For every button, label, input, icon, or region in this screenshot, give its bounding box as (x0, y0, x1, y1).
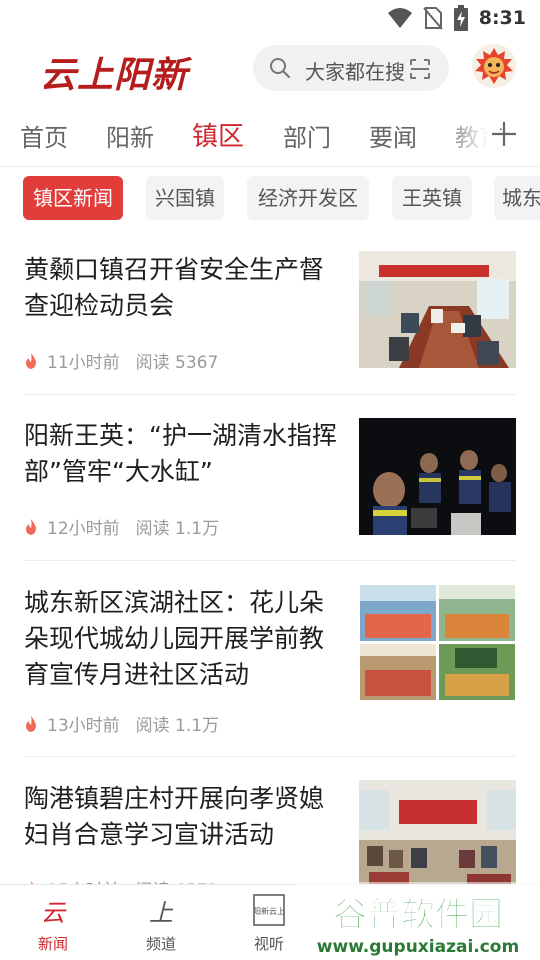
chip-xingguo[interactable]: 兴国镇 (146, 176, 224, 220)
news-item[interactable]: 黄颡口镇召开省安全生产督查迎检动员会 11小时前 阅读 5367 (24, 250, 516, 380)
fire-icon (26, 715, 36, 732)
nav-channels[interactable]: 上 频道 (126, 893, 196, 954)
nav-channels-label: 频道 (145, 935, 176, 953)
news-thumbnail[interactable] (359, 251, 516, 368)
night-team-image (359, 418, 516, 535)
news-title[interactable]: 城东新区滨湖社区：花儿朵朵现代城幼儿园开展学前教育宣传月进社区活动 (24, 585, 340, 693)
news-meta: 13小时前 阅读 1.1万 (24, 711, 219, 736)
tab-towns[interactable]: 镇区 (192, 116, 244, 153)
wifi-icon (387, 8, 412, 28)
news-title[interactable]: 陶港镇碧庄村开展向孝贤媳妇肖合意学习宣讲活动 (24, 781, 340, 853)
fire-icon (26, 518, 36, 535)
search-bar[interactable]: 大家都在搜 (253, 45, 449, 91)
scan-icon[interactable] (409, 58, 431, 80)
list-divider (24, 756, 516, 757)
news-item[interactable]: 城东新区滨湖社区：花儿朵朵现代城幼儿园开展学前教育宣传月进社区活动 13小时前 … (24, 584, 516, 744)
tabs-divider (0, 166, 540, 167)
chip-wangying[interactable]: 王英镇 (392, 176, 472, 220)
watermark: 谷普软件园 www.gupuxiazai.com (296, 882, 540, 960)
news-title[interactable]: 黄颡口镇召开省安全生产督查迎检动员会 (24, 252, 340, 324)
sub-channel-chips: 镇区新闻 兴国镇 经济开发区 王英镇 城东 (0, 176, 540, 222)
app-logo: 云上阳新 (40, 54, 189, 96)
meeting-room-image (359, 251, 516, 368)
list-divider (24, 560, 516, 561)
tab-yangxin[interactable]: 阳新 (106, 118, 154, 153)
nav-news[interactable]: 云 新闻 (18, 893, 88, 954)
status-icons: 8:31 (387, 5, 526, 31)
search-icon (270, 58, 291, 79)
list-divider (24, 394, 516, 395)
tab-headlines[interactable]: 要闻 (369, 118, 417, 153)
chip-economic-zone[interactable]: 经济开发区 (247, 176, 369, 220)
news-item[interactable]: 陶港镇碧庄村开展向孝贤媳妇肖合意学习宣讲活动 15小时前 阅读 6573 (24, 780, 516, 901)
header: 云上阳新 大家都在搜 (0, 36, 540, 104)
status-bar: 8:31 (0, 0, 540, 36)
kindergarten-collage-image (359, 584, 516, 701)
news-meta: 11小时前 阅读 5367 (24, 348, 218, 373)
news-thumbnail[interactable] (359, 780, 516, 897)
nav-media[interactable]: 阳新云上 视听 (234, 893, 304, 954)
media-tab-glyph: 阳新云上 (253, 906, 285, 916)
news-tab-icon: 云 (41, 899, 67, 927)
news-title[interactable]: 阳新王英：“护一湖清水指挥部”管牢“大水缸” (24, 418, 340, 490)
mascot-avatar-icon (472, 44, 516, 88)
news-thumbnail[interactable] (359, 418, 516, 535)
channel-tabs: 首页 阳新 镇区 部门 要闻 教育 (0, 110, 540, 160)
news-meta: 12小时前 阅读 1.1万 (24, 514, 219, 539)
tab-departments[interactable]: 部门 (283, 118, 331, 153)
chip-chengdong[interactable]: 城东 (494, 176, 540, 220)
news-reads: 阅读 1.1万 (135, 519, 220, 539)
news-thumbnail[interactable] (359, 584, 516, 701)
chip-town-news[interactable]: 镇区新闻 (23, 176, 123, 220)
avatar[interactable] (472, 44, 516, 88)
lecture-hall-image (359, 780, 516, 897)
tab-home[interactable]: 首页 (20, 118, 68, 153)
search-placeholder: 大家都在搜 (305, 60, 405, 84)
news-time: 12小时前 (47, 519, 120, 539)
watermark-url: www.gupuxiazai.com (317, 937, 519, 957)
watermark-graphic: 谷普软件园 www.gupuxiazai.com (296, 882, 540, 960)
battery-charging-icon (453, 5, 468, 31)
fire-icon (26, 352, 36, 369)
status-time: 8:31 (478, 7, 526, 29)
news-time: 11小时前 (47, 353, 120, 373)
news-reads: 阅读 1.1万 (135, 716, 220, 736)
media-tab-icon: 阳新云上 (253, 894, 285, 926)
news-item[interactable]: 阳新王英：“护一湖清水指挥部”管牢“大水缸” 12小时前 阅读 1.1万 (24, 417, 516, 547)
nav-media-label: 视听 (253, 935, 284, 953)
news-tab-glyph: 云 (41, 899, 67, 927)
channels-tab-icon: 上 (149, 899, 174, 927)
nav-news-label: 新闻 (37, 935, 68, 953)
channels-tab-glyph: 上 (149, 899, 174, 927)
news-time: 13小时前 (47, 716, 120, 736)
news-reads: 阅读 5367 (135, 353, 219, 373)
watermark-title: 谷普软件园 (333, 895, 503, 935)
no-sim-icon (422, 7, 443, 30)
add-channel-icon[interactable] (488, 116, 520, 152)
